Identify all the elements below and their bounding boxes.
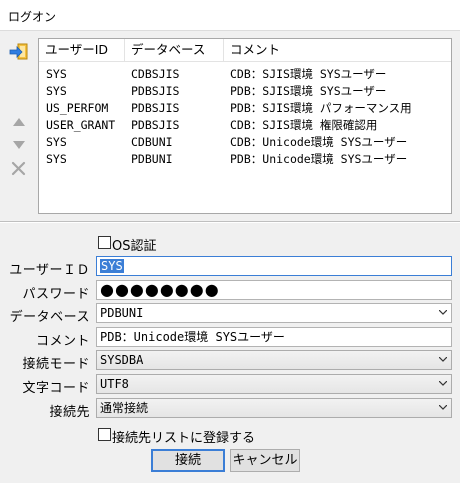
list-header: ユーザーID データベース コメント: [39, 39, 451, 62]
row-database: PDBUNI: [131, 152, 173, 166]
os-auth-checkbox[interactable]: [98, 236, 111, 249]
row-user: US_PERFOM: [46, 101, 109, 115]
row-user: USER_GRANT: [46, 118, 116, 132]
row-database: CDBUNI: [131, 135, 173, 149]
database-label: データベース: [9, 310, 90, 325]
charset-value: UTF8: [100, 377, 129, 391]
destination-value: 通常接続: [100, 401, 149, 415]
connect-button[interactable]: 接続: [151, 449, 225, 472]
comment-input[interactable]: PDB：Unicode環境 SYSユーザー: [96, 327, 452, 347]
connect-mode-value: SYSDBA: [100, 353, 144, 367]
charset-select[interactable]: UTF8: [96, 374, 452, 394]
row-user: SYS: [46, 152, 67, 166]
row-database: PDBSJIS: [131, 101, 180, 115]
register-label: 接続先リストに登録する: [112, 431, 256, 446]
row-user: SYS: [46, 84, 67, 98]
user-id-label: ユーザーＩＤ: [9, 263, 90, 278]
connect-mode-select[interactable]: SYSDBA: [96, 350, 452, 370]
row-comment: PDB：Unicode環境 SYSユーザー: [230, 152, 408, 166]
separator: [0, 221, 460, 223]
list-row[interactable]: SYS CDBUNI CDB：Unicode環境 SYSユーザー: [39, 134, 451, 151]
row-comment: PDB：SJIS環境 SYSユーザー: [230, 84, 387, 98]
register-checkbox[interactable]: [98, 428, 111, 441]
list-row[interactable]: US_PERFOM PDBSJIS PDB：SJIS環境 パフォーマンス用: [39, 100, 451, 117]
charset-label: 文字コード: [22, 381, 90, 396]
list-row[interactable]: SYS PDBUNI PDB：Unicode環境 SYSユーザー: [39, 151, 451, 168]
list-row[interactable]: SYS PDBSJIS PDB：SJIS環境 SYSユーザー: [39, 83, 451, 100]
column-header-database[interactable]: データベース: [125, 39, 224, 61]
row-database: PDBSJIS: [131, 118, 180, 132]
destination-label: 接続先: [49, 405, 90, 420]
chevron-down-icon: [439, 357, 447, 362]
connect-mode-label: 接続モード: [22, 357, 90, 372]
password-label: パスワード: [22, 287, 90, 302]
login-icon[interactable]: [9, 43, 31, 63]
row-comment: CDB：SJIS環境 権限確認用: [230, 118, 378, 132]
destination-select[interactable]: 通常接続: [96, 398, 452, 418]
password-input[interactable]: ●●●●●●●●: [96, 280, 452, 300]
delete-icon[interactable]: [9, 160, 31, 180]
list-row[interactable]: USER_GRANT PDBSJIS CDB：SJIS環境 権限確認用: [39, 117, 451, 134]
comment-label: コメント: [35, 334, 90, 349]
arrow-up-icon[interactable]: [9, 115, 31, 135]
chevron-down-icon: [439, 405, 447, 410]
database-value: PDBUNI: [100, 306, 144, 320]
chevron-down-icon: [439, 310, 447, 315]
chevron-down-icon: [439, 381, 447, 386]
connection-list[interactable]: ユーザーID データベース コメント SYS CDBSJIS CDB：SJIS環…: [38, 38, 452, 214]
row-user: SYS: [46, 135, 67, 149]
cancel-button[interactable]: キャンセル: [230, 449, 300, 472]
row-user: SYS: [46, 67, 67, 81]
os-auth-label: OS認証: [112, 239, 157, 254]
user-id-value: SYS: [100, 259, 124, 273]
row-comment: CDB：SJIS環境 SYSユーザー: [230, 67, 387, 81]
row-comment: CDB：Unicode環境 SYSユーザー: [230, 135, 408, 149]
column-header-user-id[interactable]: ユーザーID: [39, 39, 125, 61]
window-title: ログオン: [8, 10, 57, 24]
list-row[interactable]: SYS CDBSJIS CDB：SJIS環境 SYSユーザー: [39, 66, 451, 83]
user-id-input[interactable]: SYS: [96, 256, 452, 276]
arrow-down-icon[interactable]: [9, 138, 31, 158]
row-database: PDBSJIS: [131, 84, 180, 98]
row-comment: PDB：SJIS環境 パフォーマンス用: [230, 101, 412, 115]
column-header-comment[interactable]: コメント: [224, 39, 451, 61]
row-database: CDBSJIS: [131, 67, 180, 81]
database-combobox[interactable]: PDBUNI: [96, 303, 452, 323]
title-bar: ログオン: [0, 0, 460, 31]
